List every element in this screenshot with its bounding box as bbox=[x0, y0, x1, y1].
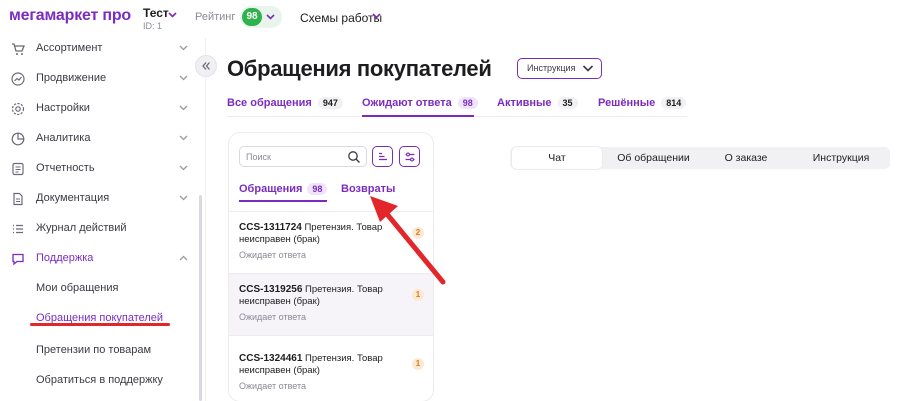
account-id: ID: 1 bbox=[143, 21, 163, 31]
chevron-down-icon bbox=[179, 75, 188, 81]
cart-icon bbox=[12, 43, 25, 55]
sidebar-item-label: Аналитика bbox=[36, 132, 91, 144]
chevron-up-icon bbox=[179, 255, 188, 261]
detail-tab-chat[interactable]: Чат bbox=[512, 147, 602, 169]
ticket-status: Ожидает ответа bbox=[239, 381, 306, 391]
chevron-down-icon[interactable] bbox=[372, 13, 381, 19]
sidebar-item-documentation[interactable]: Документация bbox=[0, 184, 196, 214]
sidebar-item-label: Поддержка bbox=[36, 252, 94, 264]
sidebar-item-promotion[interactable]: Продвижение bbox=[0, 64, 196, 94]
gear-icon bbox=[11, 102, 25, 116]
chat-icon bbox=[12, 253, 24, 266]
sidebar-item-label: Журнал действий bbox=[36, 222, 127, 234]
annotation-underline bbox=[30, 323, 170, 326]
chevron-down-icon bbox=[266, 14, 275, 20]
sidebar-item-label: Ассортимент bbox=[36, 42, 103, 54]
instruction-button-label: Инструкция bbox=[527, 63, 576, 73]
tab-all-requests[interactable]: Все обращения 947 bbox=[227, 97, 343, 109]
sidebar-item-label: Отчетность bbox=[36, 162, 95, 174]
sort-button[interactable] bbox=[372, 146, 393, 167]
sidebar-item-analytics[interactable]: Аналитика bbox=[0, 124, 196, 154]
ticket-id: CCS-1319256 bbox=[239, 284, 303, 295]
chevron-down-icon bbox=[179, 45, 188, 51]
filter-sliders-icon bbox=[405, 152, 415, 162]
chevron-down-icon[interactable] bbox=[168, 12, 177, 18]
ticket-id: CCS-1324461 bbox=[239, 353, 303, 364]
sidebar-item-label: Документация bbox=[36, 192, 110, 204]
search-icon[interactable] bbox=[347, 150, 361, 164]
chevron-down-icon bbox=[179, 135, 188, 141]
tab-count: 35 bbox=[557, 97, 578, 109]
status-tabs: Все обращения 947 Ожидают ответа 98 Активн… bbox=[227, 95, 687, 117]
tab-label: Активные bbox=[497, 97, 552, 109]
active-tab-indicator bbox=[362, 115, 474, 117]
list-icon bbox=[13, 224, 23, 234]
tab-resolved[interactable]: Решённые 814 bbox=[598, 97, 687, 109]
search-field[interactable] bbox=[239, 146, 367, 167]
detail-tab-about-order[interactable]: О заказе bbox=[702, 147, 790, 169]
detail-tab-about-request[interactable]: Об обращении bbox=[606, 147, 701, 169]
growth-icon bbox=[11, 72, 25, 86]
sidebar-item-label: Продвижение bbox=[36, 72, 107, 84]
sidebar-item-assortment[interactable]: Ассортимент bbox=[0, 34, 196, 64]
ticket-status: Ожидает ответа bbox=[239, 250, 306, 260]
instruction-button[interactable]: Инструкция bbox=[517, 58, 602, 79]
page-title: Обращения покупателей bbox=[227, 56, 492, 81]
ticket-id: CCS-1311724 bbox=[239, 222, 302, 233]
annotation-arrow bbox=[370, 196, 446, 285]
detail-tab-instruction[interactable]: Инструкция bbox=[794, 147, 888, 169]
tab-label: Все обращения bbox=[227, 97, 312, 109]
top-bar: мегамаркет про Тест ID: 1 Рейтинг 98 Схе… bbox=[0, 0, 900, 38]
pie-chart-icon bbox=[11, 132, 25, 146]
rating-badge: 98 bbox=[242, 8, 262, 26]
logo[interactable]: мегамаркет про bbox=[9, 7, 131, 25]
subtab-count: 98 bbox=[307, 183, 328, 195]
sidebar-item-support[interactable]: Поддержка bbox=[0, 244, 196, 274]
sidebar: Ассортимент Продвижение Настройки Аналит… bbox=[0, 38, 204, 401]
double-chevron-left-icon bbox=[202, 62, 210, 70]
sort-icon bbox=[379, 152, 387, 161]
subtab-label: Обращения bbox=[239, 183, 303, 195]
chevron-down-icon bbox=[179, 195, 188, 201]
tab-count: 814 bbox=[661, 97, 687, 109]
rating-label: Рейтинг bbox=[195, 11, 236, 23]
detail-tabs: Чат Об обращении О заказе Инструкция bbox=[510, 147, 890, 169]
document-icon bbox=[13, 192, 23, 206]
sidebar-scrollbar[interactable] bbox=[199, 195, 202, 401]
sidebar-item-reports[interactable]: Отчетность bbox=[0, 154, 196, 184]
filter-button[interactable] bbox=[399, 146, 420, 167]
tab-count: 98 bbox=[457, 97, 478, 109]
chevron-down-icon bbox=[179, 105, 188, 111]
tab-label: Решённые bbox=[598, 97, 656, 109]
tab-awaiting-response[interactable]: Ожидают ответа 98 bbox=[362, 97, 478, 109]
schemes-menu[interactable]: Схемы работы bbox=[300, 11, 382, 25]
sidebar-subitem-contact-support[interactable]: Обратиться в поддержку bbox=[36, 374, 163, 386]
account-switcher[interactable]: Тест ID: 1 bbox=[143, 6, 169, 31]
sidebar-item-action-log[interactable]: Журнал действий bbox=[0, 214, 196, 244]
sidebar-divider bbox=[205, 38, 206, 401]
unread-badge: 1 bbox=[412, 289, 424, 301]
subtab-requests[interactable]: Обращения 98 bbox=[239, 183, 328, 195]
sidebar-subitem-product-claims[interactable]: Претензии по товарам bbox=[36, 344, 151, 356]
search-input[interactable] bbox=[246, 149, 341, 164]
sidebar-item-settings[interactable]: Настройки bbox=[0, 94, 196, 124]
tab-count: 947 bbox=[317, 97, 343, 109]
report-icon bbox=[12, 162, 24, 176]
list-item[interactable]: CCS-1324461 Претензия. Товар неисправен … bbox=[229, 343, 433, 401]
account-name: Тест bbox=[143, 6, 169, 20]
unread-badge: 1 bbox=[412, 358, 424, 370]
active-subtab-indicator bbox=[239, 200, 327, 202]
ticket-status: Ожидает ответа bbox=[239, 312, 306, 322]
sidebar-subitem-my-requests[interactable]: Мои обращения bbox=[36, 282, 118, 294]
ticket-title: CCS-1324461 Претензия. Товар неисправен … bbox=[239, 353, 399, 377]
chevron-down-icon bbox=[179, 165, 188, 171]
collapse-sidebar-button[interactable] bbox=[195, 55, 217, 77]
tab-active[interactable]: Активные 35 bbox=[497, 97, 578, 109]
tab-label: Ожидают ответа bbox=[362, 97, 452, 109]
rating-dropdown[interactable]: 98 bbox=[240, 6, 282, 28]
chevron-down-icon bbox=[582, 65, 594, 72]
sidebar-item-label: Настройки bbox=[36, 102, 90, 114]
